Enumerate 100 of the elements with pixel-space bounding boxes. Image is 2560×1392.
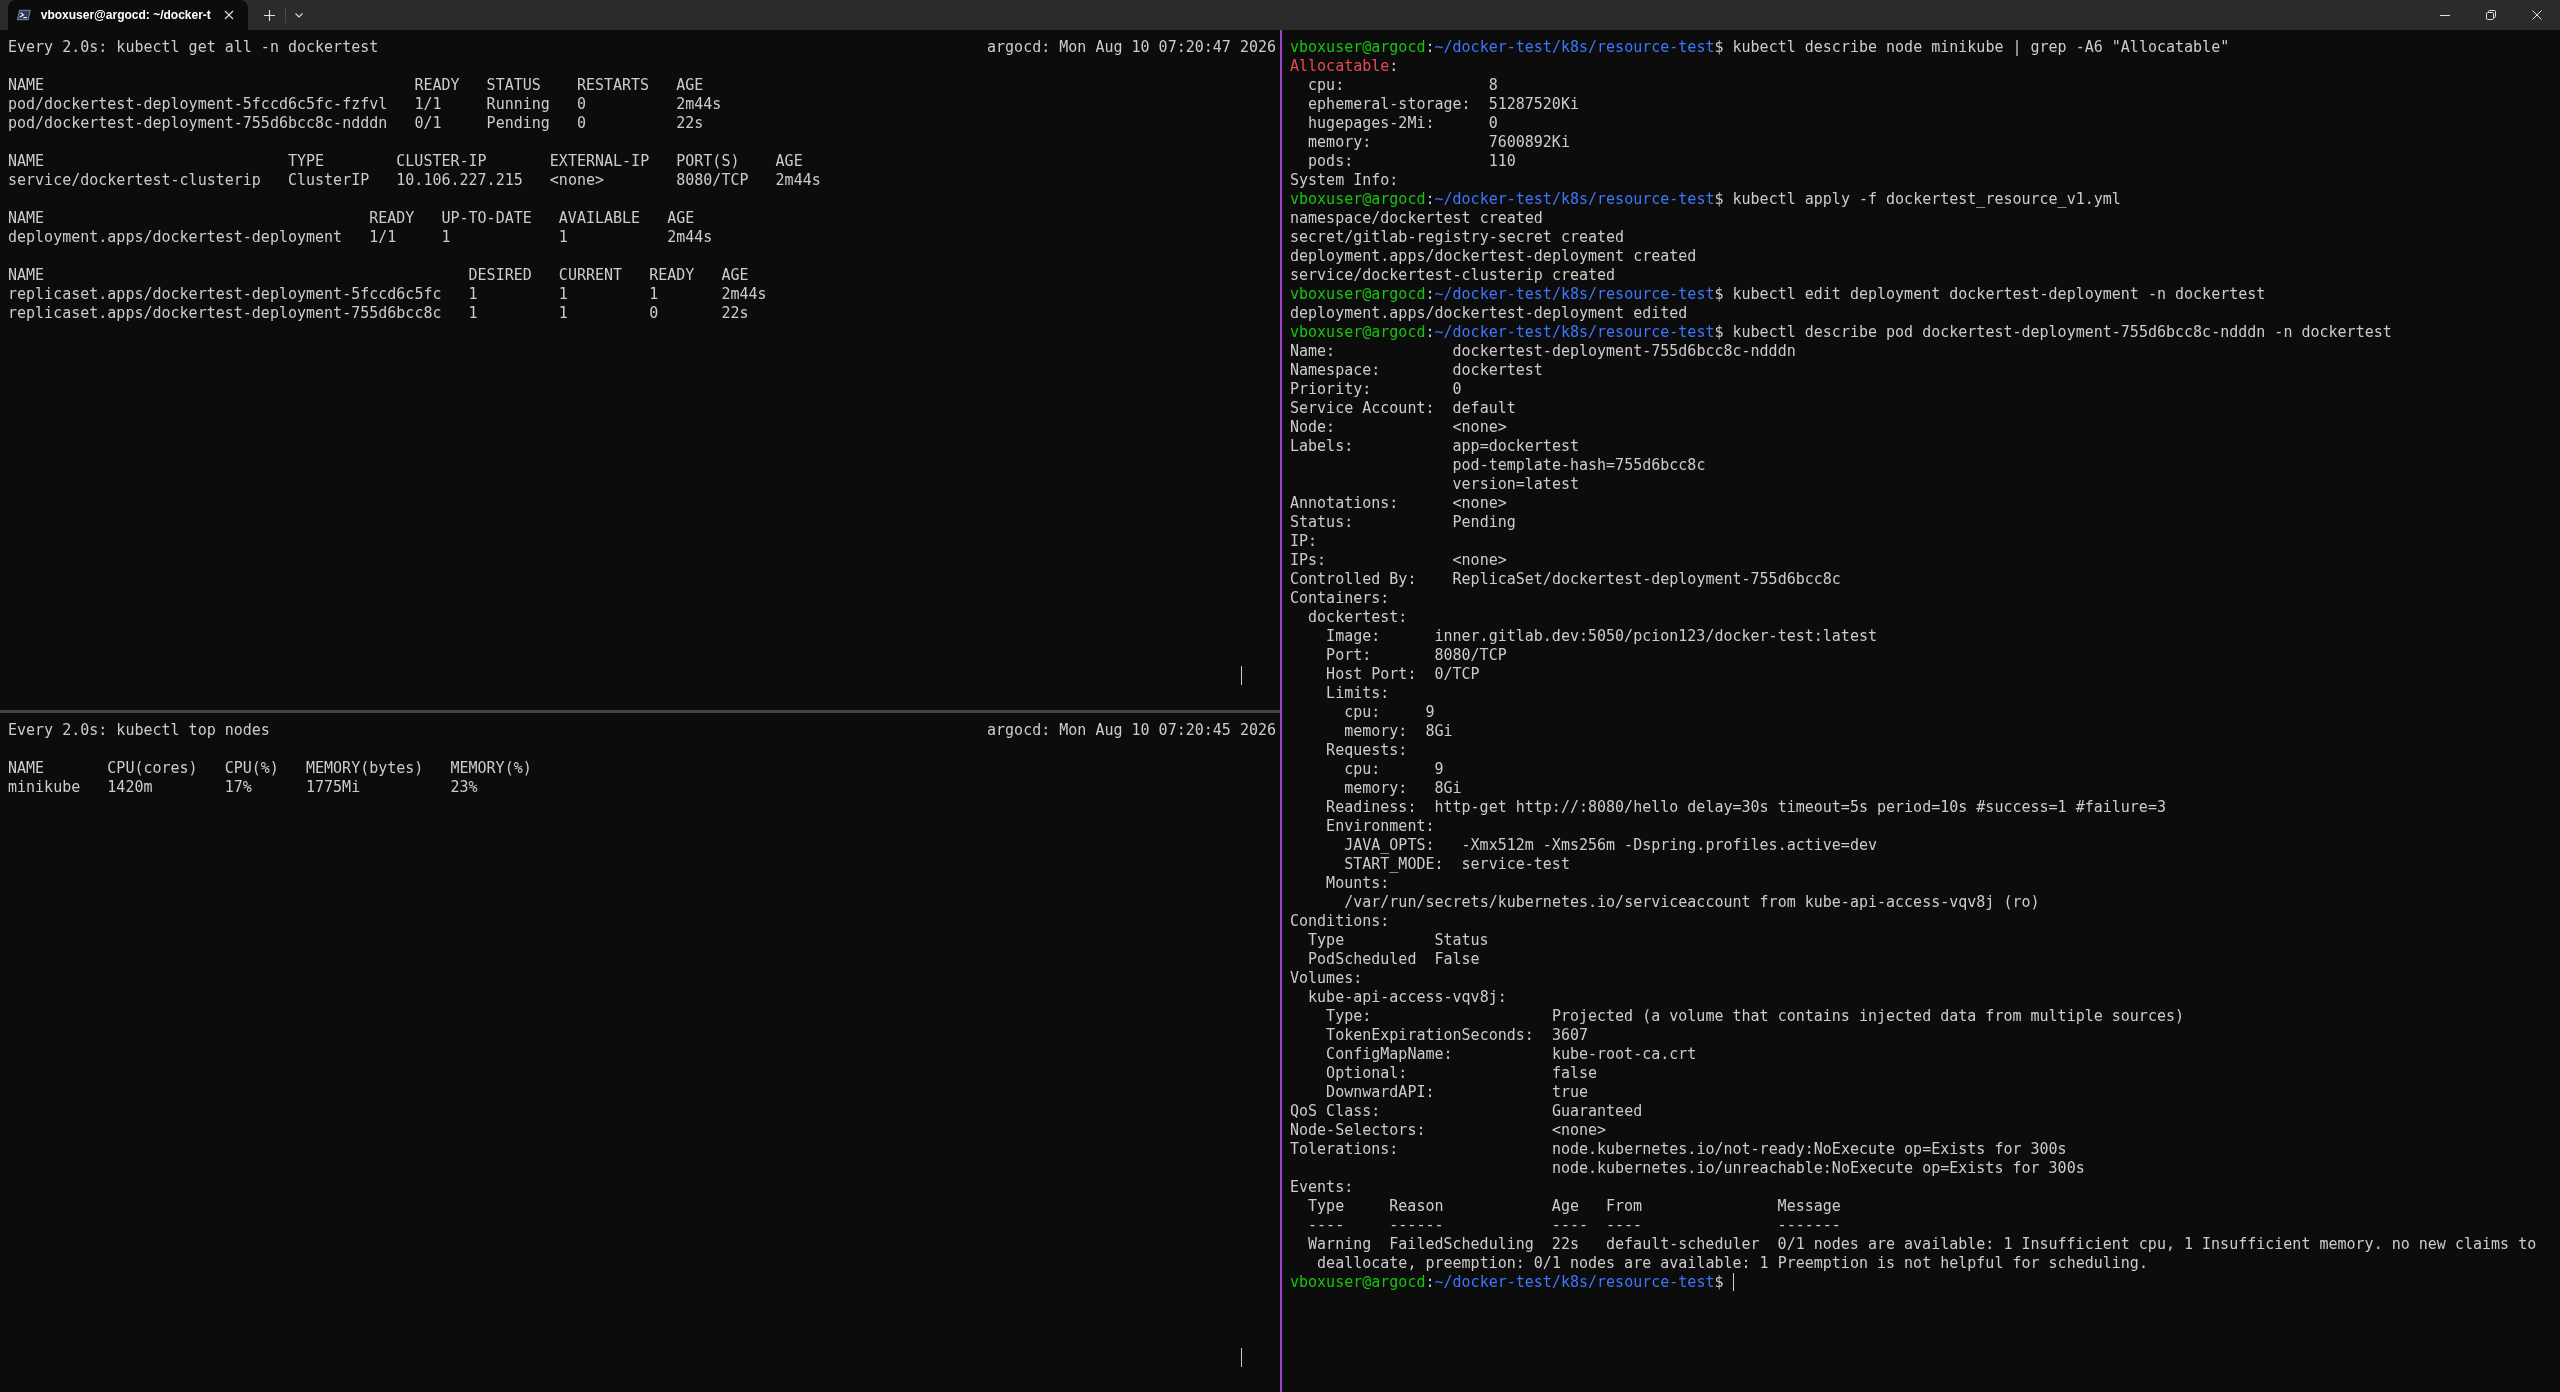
field-label: DownwardAPI: [1326,1083,1435,1102]
table-cell: 0 [576,114,586,133]
watch-timestamp: argocd: Mon Aug 10 07:20:45 2026 [987,720,1276,740]
field-value: <none> [1452,418,1507,437]
table-cell: 1 [558,228,568,247]
field-label: Type: [1326,1007,1372,1026]
section-heading: Environment: [1326,817,1435,835]
field-value: 9 [1425,703,1435,722]
table-cell: 17% [224,777,252,797]
terminal-tab[interactable]: vboxuser@argocd: ~/docker-t [8,0,248,30]
output-line: deployment.apps/dockertest-deployment created [1290,247,1697,265]
column-header: Age [1551,1197,1579,1216]
table-cell: 2m44s [775,171,821,190]
field-label: Node-Selectors: [1290,1121,1426,1140]
shell-prompt: vboxuser@argocd:~/docker-test/k8s/resource-test$ [1290,285,1724,303]
field-value: 0 [1452,380,1462,399]
field-value: 7600892Ki [1488,133,1570,152]
command-text: kubectl apply -f dockertest_resource_v1.yml [1732,190,2121,208]
table-cell: Pending [486,114,550,133]
field-label: Readiness: [1326,798,1417,817]
watch-timestamp: argocd: Mon Aug 10 07:20:47 2026 [987,38,1276,57]
watch-command: Every 2.0s: kubectl get all -n dockertest [8,38,379,57]
table-cell: 2m44s [676,95,722,114]
field-value: node.kubernetes.io/unreachable:NoExecute op=Exists for 300s [1551,1159,2085,1178]
table-cell: ClusterIP [287,171,370,190]
table-cell: 1 [558,304,568,323]
column-header: NAME [8,76,45,95]
field-label: Controlled By: [1290,570,1417,589]
shell-prompt: vboxuser@argocd:~/docker-test/k8s/resource-test$ [1290,1273,1724,1291]
column-header: PORT(S) [676,152,740,171]
table-cell: 1 [649,285,659,304]
table-row-text: Warning FailedScheduling 22s default-scheduler 0/1 nodes are available: 1 Insufficient cpu, 1 Insufficient memory. no new claims to deallocate, preemption: 0/1 nodes are available: 1 Preemption is not helpful for scheduling. [1308,1235,2538,1273]
table-cell: pod/dockertest-deployment-5fccd6c5fc-fzfvl [8,95,388,114]
field-label: Host Port: [1326,665,1417,684]
column-header: TYPE [287,152,325,171]
table-cell: 22s [676,114,704,133]
field-value: http-get http://:8080/hello delay=30s timeout=5s period=10s #success=1 #failure=3 [1434,798,2166,817]
field-label: TokenExpirationSeconds: [1326,1026,1534,1045]
column-header: NAME [8,209,45,228]
table-row: PodScheduled False [1308,950,1480,969]
field-value: ReplicaSet/dockertest-deployment-755d6bcc8c [1452,570,1841,589]
column-header: READY [649,266,695,285]
field-label: ConfigMapName: [1326,1045,1453,1064]
table-cell: service/dockertest-clusterip [8,171,261,190]
field-value: 3607 [1551,1026,1588,1045]
column-header: Type [1308,1197,1345,1216]
field-label: Namespace: [1290,361,1381,380]
column-header: Message [1777,1197,1841,1215]
field-label: Image: [1326,627,1381,646]
table-cell: deployment.apps/dockertest-deployment [8,228,343,247]
field-label: Labels: [1290,437,1354,456]
field-label: START_MODE: [1344,855,1444,874]
field-label: QoS Class: [1290,1102,1381,1121]
column-header: AVAILABLE [558,209,641,228]
field-label: Name: [1290,342,1336,361]
header-underline: ---- [1308,1216,1345,1235]
field-value: pod-template-hash=755d6bcc8c [1452,456,1706,475]
table-cell: 1/1 [414,95,442,114]
terminal-icon [17,9,31,21]
output-line: /var/run/secrets/kubernetes.io/serviceaccount from kube-api-access-vqv8j (ro) [1344,893,2040,911]
section-heading: Mounts: [1326,874,1390,892]
command-text: kubectl describe pod dockertest-deployment-755d6bcc8c-ndddn -n dockertest [1732,323,2392,341]
table-cell: 2m44s [667,228,713,247]
table-cell: pod/dockertest-deployment-755d6bcc8c-ndddn [8,114,388,133]
table-cell: 1 [468,304,478,323]
column-header: EXTERNAL-IP [549,152,650,171]
table-cell: 0 [649,304,659,323]
table-cell: 22s [721,304,749,323]
field-label: Tolerations: [1290,1140,1399,1159]
field-value: app=dockertest [1452,437,1579,456]
section-heading: kube-api-access-vqv8j: [1308,988,1507,1006]
column-header: MEMORY(bytes) [306,758,424,778]
table-cell: 10.106.227.215 [396,171,523,190]
header-underline: ------- [1777,1216,1841,1234]
command-text: kubectl describe node minikube | grep -A6 "Allocatable" [1732,38,2230,56]
section-heading: Requests: [1326,741,1408,759]
field-label: Port: [1326,646,1372,665]
column-header: MEMORY(%) [450,758,532,778]
watch-command: Every 2.0s: kubectl top nodes [8,720,270,740]
table-cell: 0/1 [414,114,442,133]
section-heading: Events: [1290,1178,1354,1196]
column-header: CPU(cores) [107,758,198,778]
column-header: Status [1434,931,1489,949]
field-value: 51287520Ki [1488,95,1579,114]
header-underline: ---- [1606,1216,1643,1235]
column-header: READY [369,209,415,228]
field-label: Status: [1290,513,1354,532]
table-cell: 23% [450,777,478,797]
column-header: Type [1308,931,1345,950]
column-header: Reason [1389,1197,1444,1216]
chevron-down-icon [295,12,303,18]
field-label: memory: [1344,779,1408,798]
restore-icon [2486,10,2496,20]
field-value: Guaranteed [1551,1102,1643,1121]
field-value: 8Gi [1434,779,1462,798]
field-value: Projected (a volume that contains injected data from multiple sources) [1551,1007,2185,1026]
field-value: false [1551,1064,1598,1083]
shell-prompt: vboxuser@argocd:~/docker-test/k8s/resource-test$ [1290,323,1724,341]
field-label: Node: [1290,418,1336,437]
column-header: AGE [775,152,803,171]
